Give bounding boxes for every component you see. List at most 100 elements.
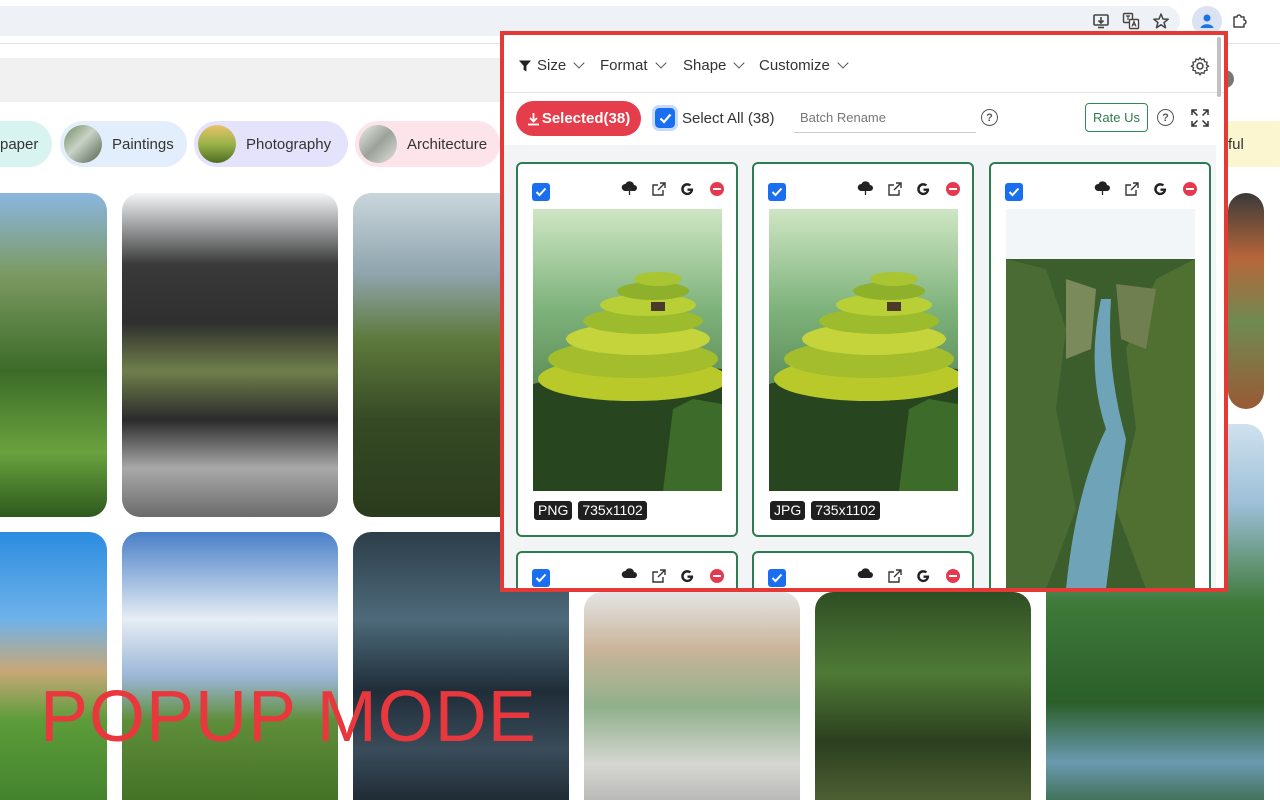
image-card[interactable]: PNG 735x1102 xyxy=(516,162,738,537)
pin-cloudy-meadow[interactable] xyxy=(122,532,338,800)
image-meta: PNG 735x1102 xyxy=(534,501,647,520)
expand-icon[interactable] xyxy=(1190,108,1210,133)
menu-label: Size xyxy=(537,57,567,74)
image-actions xyxy=(857,567,961,584)
image-meta: JPG 735x1102 xyxy=(770,501,880,520)
format-badge: JPG xyxy=(770,501,806,520)
image-card[interactable] xyxy=(989,162,1211,588)
menu-label: Format xyxy=(600,57,648,74)
category-chip-label: Photography xyxy=(246,135,332,153)
pin-forest-railway[interactable] xyxy=(815,592,1031,800)
pin-urban-plaza[interactable] xyxy=(584,592,800,800)
remove-icon[interactable] xyxy=(944,567,961,584)
image-card[interactable]: JPG 735x1102 xyxy=(752,162,974,537)
extension-icon[interactable] xyxy=(1229,10,1251,32)
batch-rename-input[interactable] xyxy=(794,103,976,133)
image-downloader-popup: Size Format Shape Customize Selected(38)… xyxy=(500,31,1228,592)
cloud-download-icon[interactable] xyxy=(857,180,874,197)
menu-label: Shape xyxy=(683,57,727,74)
image-preview xyxy=(1006,209,1195,588)
checkmark-icon xyxy=(1008,187,1020,197)
category-thumbnail xyxy=(198,125,236,163)
filter-icon xyxy=(519,60,531,71)
google-icon[interactable] xyxy=(915,567,932,584)
checkmark-icon xyxy=(771,573,783,583)
image-actions xyxy=(621,180,725,197)
chevron-down-icon xyxy=(573,57,585,69)
image-checkbox[interactable] xyxy=(1005,183,1023,201)
category-chip-wallpaper[interactable]: paper xyxy=(0,121,52,167)
customize-filter-menu[interactable]: Customize xyxy=(759,57,849,74)
checkmark-icon xyxy=(659,113,671,124)
cloud-download-icon[interactable] xyxy=(857,567,874,584)
pin-garden-bridge[interactable] xyxy=(0,193,107,517)
open-external-icon[interactable] xyxy=(886,180,903,197)
chevron-down-icon xyxy=(654,57,667,69)
pin-wood-house[interactable] xyxy=(1228,193,1264,409)
remove-icon[interactable] xyxy=(1181,180,1198,197)
star-icon[interactable] xyxy=(1150,10,1172,32)
size-filter-menu[interactable]: Size xyxy=(518,57,585,74)
image-card[interactable] xyxy=(516,551,738,588)
open-external-icon[interactable] xyxy=(1123,180,1140,197)
category-chip-label: Paintings xyxy=(112,135,174,153)
remove-icon[interactable] xyxy=(708,180,725,197)
google-icon[interactable] xyxy=(1152,180,1169,197)
image-grid: PNG 735x1102 JPG 735x1102 xyxy=(504,145,1216,588)
category-chip-paintings[interactable]: Paintings xyxy=(60,121,187,167)
checkmark-icon xyxy=(535,187,547,197)
install-icon[interactable] xyxy=(1090,10,1112,32)
image-actions xyxy=(857,180,961,197)
category-thumbnail xyxy=(359,125,397,163)
selection-toolbar: Selected(38) Select All (38) ? Rate Us ? xyxy=(504,93,1224,143)
category-chip-architecture[interactable]: Architecture xyxy=(355,121,500,167)
category-chip-photography[interactable]: Photography xyxy=(194,121,348,167)
select-all-label: Select All (38) xyxy=(682,110,775,127)
format-filter-menu[interactable]: Format xyxy=(600,57,667,74)
rate-us-button[interactable]: Rate Us xyxy=(1085,103,1148,132)
checkmark-icon xyxy=(535,573,547,583)
cloud-download-icon[interactable] xyxy=(621,567,638,584)
image-preview xyxy=(769,209,958,491)
help-icon[interactable]: ? xyxy=(1157,109,1174,126)
image-preview xyxy=(533,209,722,491)
image-actions xyxy=(621,567,725,584)
image-checkbox[interactable] xyxy=(768,183,786,201)
pin-cottage-garden[interactable] xyxy=(0,532,107,800)
category-chip-label: paper xyxy=(0,135,39,153)
profile-icon xyxy=(1200,14,1214,28)
dimensions-badge: 735x1102 xyxy=(811,501,880,520)
image-actions xyxy=(1094,180,1198,197)
open-external-icon[interactable] xyxy=(886,567,903,584)
chevron-down-icon xyxy=(733,57,746,69)
menu-label: Customize xyxy=(759,57,830,74)
google-icon[interactable] xyxy=(679,567,696,584)
google-icon[interactable] xyxy=(679,180,696,197)
image-card[interactable] xyxy=(752,551,974,588)
shape-filter-menu[interactable]: Shape xyxy=(683,57,746,74)
download-icon xyxy=(527,112,539,125)
checkmark-icon xyxy=(771,187,783,197)
dimensions-badge: 735x1102 xyxy=(578,501,647,520)
download-selected-button[interactable]: Selected(38) xyxy=(516,101,641,136)
popup-scrollbar[interactable] xyxy=(1217,37,1221,97)
cloud-download-icon[interactable] xyxy=(621,180,638,197)
pin-modern-house[interactable] xyxy=(122,193,338,517)
category-thumbnail xyxy=(64,125,102,163)
remove-icon[interactable] xyxy=(708,567,725,584)
popup-mode-caption: POPUP MODE xyxy=(40,677,537,757)
image-checkbox[interactable] xyxy=(532,183,550,201)
selected-count-label: Selected(38) xyxy=(541,110,631,127)
remove-icon[interactable] xyxy=(944,180,961,197)
help-icon[interactable]: ? xyxy=(981,109,998,126)
open-external-icon[interactable] xyxy=(650,180,667,197)
chevron-down-icon xyxy=(837,57,849,69)
select-all-checkbox[interactable] xyxy=(652,105,678,131)
open-external-icon[interactable] xyxy=(650,567,667,584)
image-checkbox[interactable] xyxy=(768,569,786,587)
image-checkbox[interactable] xyxy=(532,569,550,587)
translate-icon[interactable] xyxy=(1120,10,1142,32)
google-icon[interactable] xyxy=(915,180,932,197)
gear-icon[interactable] xyxy=(1190,56,1210,81)
cloud-download-icon[interactable] xyxy=(1094,180,1111,197)
